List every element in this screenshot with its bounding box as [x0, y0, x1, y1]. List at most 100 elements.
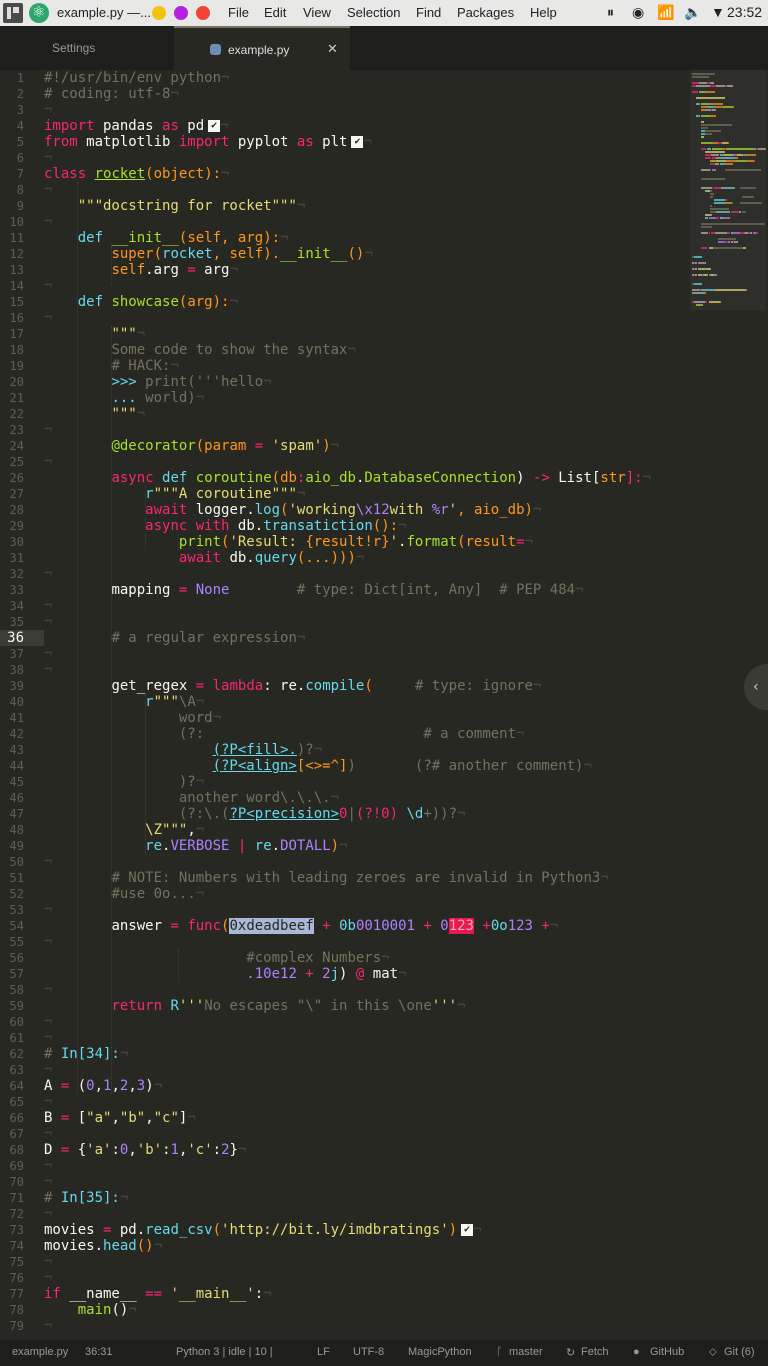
collapse-panel-handle[interactable]: ‹	[744, 664, 768, 710]
status-line-ending[interactable]: LF	[317, 1346, 330, 1358]
code-line[interactable]: main()¬	[44, 1302, 137, 1318]
line-number[interactable]: 61	[0, 1030, 24, 1046]
line-number[interactable]: 53	[0, 902, 24, 918]
code-line[interactable]: await logger.log('working\x12with %r', a…	[44, 502, 541, 518]
code-line[interactable]: ¬	[44, 854, 52, 870]
code-line[interactable]: ¬	[44, 214, 52, 230]
code-line[interactable]: #!/usr/bin/env python¬	[44, 70, 229, 86]
code-line[interactable]: super(rocket, self).__init__()¬	[44, 246, 372, 262]
line-number[interactable]: 58	[0, 982, 24, 998]
code-line[interactable]: return R'''No escapes "\" in this \one''…	[44, 998, 465, 1014]
menu-view[interactable]: View	[303, 5, 331, 20]
line-number[interactable]: 62	[0, 1046, 24, 1062]
line-number[interactable]: 76	[0, 1270, 24, 1286]
code-line[interactable]: def __init__(self, arg):¬	[44, 230, 289, 246]
code-line[interactable]: self.arg = arg¬	[44, 262, 237, 278]
line-number[interactable]: 65	[0, 1094, 24, 1110]
line-number[interactable]: 43	[0, 742, 24, 758]
wifi-icon[interactable]: 📶	[657, 4, 674, 21]
code-line[interactable]: ¬	[44, 662, 52, 678]
window-manager-icon[interactable]	[3, 3, 23, 23]
line-number[interactable]: 52	[0, 886, 24, 902]
code-line[interactable]: ¬	[44, 102, 52, 118]
line-number[interactable]: 14	[0, 278, 24, 294]
line-number[interactable]: 6	[0, 150, 24, 166]
line-number[interactable]: 59	[0, 998, 24, 1014]
line-number[interactable]: 78	[0, 1302, 24, 1318]
code-line[interactable]: ¬	[44, 934, 52, 950]
line-number[interactable]: 9	[0, 198, 24, 214]
close-icon[interactable]: ✕	[327, 41, 338, 57]
line-number[interactable]: 44	[0, 758, 24, 774]
code-line[interactable]: ¬	[44, 646, 52, 662]
status-grammar[interactable]: MagicPython	[408, 1346, 472, 1358]
line-number[interactable]: 38	[0, 662, 24, 678]
code-line[interactable]: )?¬	[44, 774, 204, 790]
line-number[interactable]: 5	[0, 134, 24, 150]
code-line[interactable]: # NOTE: Numbers with leading zeroes are …	[44, 870, 608, 886]
code-line[interactable]: import pandas as pd ✔ ¬	[44, 118, 229, 134]
line-number[interactable]: 72	[0, 1206, 24, 1222]
code-line[interactable]: .10e12 + 2j) @ mat¬	[44, 966, 406, 982]
line-number[interactable]: 15	[0, 294, 24, 310]
atom-logo-icon[interactable]	[29, 3, 49, 23]
code-line[interactable]: ... world)¬	[44, 390, 204, 406]
code-line[interactable]: answer = func(0xdeadbeef + 0b0010001 + 0…	[44, 918, 558, 934]
line-number[interactable]: 79	[0, 1318, 24, 1334]
tab-example-py[interactable]: example.py ✕	[174, 26, 350, 70]
status-fetch[interactable]: Fetch	[581, 1346, 609, 1358]
line-number[interactable]: 19	[0, 358, 24, 374]
code-line[interactable]: ¬	[44, 454, 52, 470]
line-number[interactable]: 27	[0, 486, 24, 502]
status-github[interactable]: GitHub	[650, 1346, 684, 1358]
code-line[interactable]: """¬	[44, 326, 145, 342]
minimap[interactable]	[690, 70, 766, 310]
code-line[interactable]: ¬	[44, 1030, 52, 1046]
line-number[interactable]: 16	[0, 310, 24, 326]
code-line[interactable]: class rocket(object):¬	[44, 166, 229, 182]
line-number[interactable]: 60	[0, 1014, 24, 1030]
line-number[interactable]: 49	[0, 838, 24, 854]
line-number[interactable]: 71	[0, 1190, 24, 1206]
code-line[interactable]: #use 0o...¬	[44, 886, 204, 902]
code-line[interactable]: Some code to show the syntax¬	[44, 342, 355, 358]
code-line[interactable]: word¬	[44, 710, 221, 726]
line-number[interactable]: 75	[0, 1254, 24, 1270]
code-line[interactable]: ¬	[44, 150, 52, 166]
line-number[interactable]: 73	[0, 1222, 24, 1238]
line-number[interactable]: 74	[0, 1238, 24, 1254]
line-number[interactable]: 56	[0, 950, 24, 966]
code-line[interactable]: def showcase(arg):¬	[44, 294, 238, 310]
code-line[interactable]: #complex Numbers¬	[44, 950, 389, 966]
status-encoding[interactable]: UTF-8	[353, 1346, 384, 1358]
code-line[interactable]: ¬	[44, 1094, 52, 1110]
code-line[interactable]: D = {'a':0,'b':1,'c':2}¬	[44, 1142, 246, 1158]
line-number[interactable]: 46	[0, 790, 24, 806]
line-number[interactable]: 7	[0, 166, 24, 182]
code-line[interactable]: ¬	[44, 1254, 52, 1270]
pause-icon[interactable]: ⏸	[607, 4, 614, 21]
code-line[interactable]: ¬	[44, 1270, 52, 1286]
menu-file[interactable]: File	[228, 5, 249, 20]
code-line[interactable]: @decorator(param = 'spam')¬	[44, 438, 339, 454]
menu-edit[interactable]: Edit	[264, 5, 286, 20]
line-number[interactable]: 50	[0, 854, 24, 870]
line-number[interactable]: 11	[0, 230, 24, 246]
line-number[interactable]: 36	[0, 630, 24, 646]
menu-packages[interactable]: Packages	[457, 5, 514, 20]
line-number[interactable]: 2	[0, 86, 24, 102]
code-line[interactable]: ¬	[44, 1174, 52, 1190]
line-number[interactable]: 32	[0, 566, 24, 582]
maximize-dot[interactable]	[174, 6, 188, 20]
line-number[interactable]: 20	[0, 374, 24, 390]
code-line[interactable]: from matplotlib import pyplot as plt ✔ ¬	[44, 134, 372, 150]
status-branch[interactable]: master	[509, 1346, 543, 1358]
line-number[interactable]: 47	[0, 806, 24, 822]
code-line[interactable]: \Z""",¬	[44, 822, 204, 838]
line-number[interactable]: 54	[0, 918, 24, 934]
line-number[interactable]: 77	[0, 1286, 24, 1302]
menu-help[interactable]: Help	[530, 5, 557, 20]
status-cursor-position[interactable]: 36:31	[85, 1346, 113, 1358]
code-line[interactable]: # In[34]:¬	[44, 1046, 128, 1062]
code-line[interactable]: mapping = None # type: Dict[int, Any] # …	[44, 582, 583, 598]
